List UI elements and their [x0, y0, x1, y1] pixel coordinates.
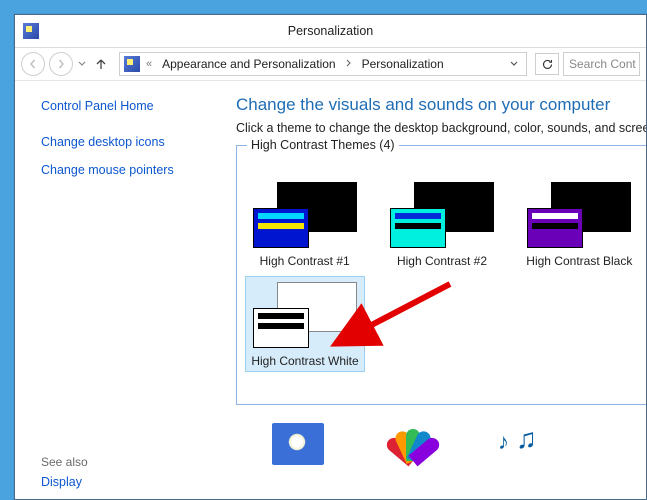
theme-thumbnail: [253, 182, 357, 248]
sidebar: Control Panel Home Change desktop icons …: [15, 81, 220, 499]
forward-button[interactable]: [49, 52, 73, 76]
theme-high-contrast-2[interactable]: High Contrast #2: [382, 176, 501, 272]
titlebar: Personalization: [15, 15, 646, 48]
search-placeholder: Search Cont: [569, 57, 636, 71]
refresh-icon: [541, 58, 554, 71]
breadcrumb-root-sep: «: [144, 58, 154, 70]
theme-thumbnail: [390, 182, 494, 248]
back-button[interactable]: [21, 52, 45, 76]
arrow-right-icon: [56, 59, 66, 69]
personalization-app-icon: [23, 23, 39, 39]
breadcrumb-personalization[interactable]: Personalization: [358, 55, 448, 73]
content-pane: Change the visuals and sounds on your co…: [220, 81, 646, 499]
theme-label: High Contrast Black: [526, 254, 632, 268]
theme-row-1: High Contrast #1 High Contrast #2: [245, 176, 639, 272]
sidebar-link-display[interactable]: Display: [41, 475, 206, 489]
sidebar-link-desktop-icons[interactable]: Change desktop icons: [41, 135, 206, 149]
address-bar[interactable]: « Appearance and Personalization Persona…: [119, 52, 527, 76]
theme-high-contrast-black[interactable]: High Contrast Black: [520, 176, 639, 272]
up-button[interactable]: [91, 54, 111, 74]
breadcrumb-appearance[interactable]: Appearance and Personalization: [158, 55, 339, 73]
theme-thumbnail: [253, 282, 357, 348]
address-dropdown[interactable]: [506, 59, 522, 70]
search-input[interactable]: Search Cont: [563, 52, 640, 76]
bottom-icon-row: ♪ ♫: [236, 423, 646, 465]
refresh-button[interactable]: [535, 53, 559, 75]
chevron-down-icon: [510, 61, 518, 67]
sounds-icon[interactable]: ♪ ♫: [496, 423, 548, 465]
sidebar-link-mouse-pointers[interactable]: Change mouse pointers: [41, 163, 206, 177]
personalization-window: Personalization « Appearance and Persona…: [14, 14, 647, 500]
navigation-toolbar: « Appearance and Personalization Persona…: [15, 48, 646, 81]
theme-high-contrast-white[interactable]: High Contrast White: [245, 276, 365, 372]
control-panel-icon: [124, 56, 140, 72]
body-area: Control Panel Home Change desktop icons …: [15, 81, 646, 499]
theme-label: High Contrast #2: [397, 254, 487, 268]
page-subtitle: Click a theme to change the desktop back…: [236, 121, 646, 135]
sidebar-see-also-heading: See also: [41, 455, 206, 469]
chevron-down-icon: [78, 61, 86, 67]
page-title: Change the visuals and sounds on your co…: [236, 95, 646, 115]
desktop-background-icon[interactable]: [272, 423, 324, 465]
theme-label: High Contrast #1: [260, 254, 350, 268]
theme-thumbnail: [527, 182, 631, 248]
theme-high-contrast-1[interactable]: High Contrast #1: [245, 176, 364, 272]
recent-locations-dropdown[interactable]: [77, 59, 87, 70]
high-contrast-themes-group: High Contrast Themes (4) High Contrast #…: [236, 145, 646, 405]
window-title: Personalization: [288, 24, 373, 38]
sidebar-home-link[interactable]: Control Panel Home: [41, 99, 206, 113]
color-icon[interactable]: [384, 423, 436, 465]
theme-row-2: High Contrast White: [245, 276, 639, 372]
arrow-up-icon: [95, 58, 107, 70]
arrow-left-icon: [28, 59, 38, 69]
theme-label: High Contrast White: [251, 354, 358, 368]
group-label: High Contrast Themes (4): [247, 138, 399, 152]
chevron-right-icon: [344, 58, 354, 70]
